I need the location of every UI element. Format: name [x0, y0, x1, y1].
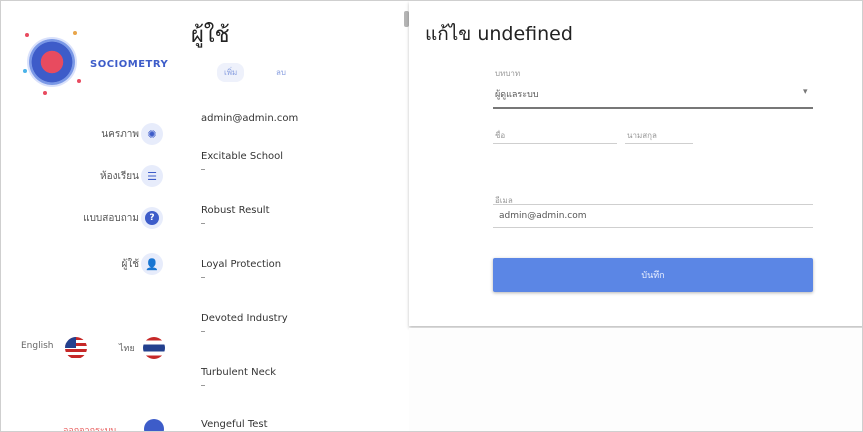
tab-delete[interactable]: ลบ — [269, 63, 293, 82]
list-item-subtitle — [201, 277, 205, 278]
nav-item-label: นครภาพ — [101, 129, 139, 140]
thai-flag-icon[interactable] — [143, 337, 165, 359]
logo-dot — [23, 69, 27, 73]
list-item[interactable]: Devoted Industry — [201, 313, 391, 363]
email-value: admin@admin.com — [499, 211, 587, 221]
edit-title: แก้ไข undefined — [425, 23, 573, 45]
empty-area — [409, 328, 862, 431]
sun-icon: ✺ — [141, 123, 163, 145]
sidebar: SOCIOMETRY นครภาพ ✺ ห้องเรียน ☰ แบบสอบถา… — [1, 1, 183, 432]
logo-dot — [25, 33, 29, 37]
list-item-title: Loyal Protection — [201, 259, 282, 270]
list-item[interactable]: Loyal Protection — [201, 259, 391, 309]
list-item[interactable]: Vengeful Test — [201, 419, 391, 431]
sociometry-logo-icon — [29, 39, 75, 85]
classroom-icon: ☰ — [141, 165, 163, 187]
tab-add[interactable]: เพิ่ม — [217, 63, 245, 82]
brand[interactable]: SOCIOMETRY — [23, 29, 173, 99]
page-title: ผู้ใช้ — [191, 23, 230, 48]
email-underline — [493, 227, 813, 228]
save-button[interactable]: บันทึก — [493, 258, 813, 292]
role-label: บทบาท — [495, 69, 521, 78]
role-underline — [493, 107, 813, 109]
list-item-subtitle — [201, 385, 205, 386]
logo-dot — [73, 31, 77, 35]
list-item-subtitle — [201, 331, 205, 332]
nav-item-classroom[interactable]: ห้องเรียน ☰ — [1, 163, 183, 191]
list-item-subtitle — [201, 223, 205, 224]
user-list-panel: ผู้ใช้ เพิ่ม ลบ admin@admin.com Excitabl… — [183, 1, 405, 431]
firstname-underline — [493, 143, 617, 144]
language-english-label: English — [21, 341, 54, 351]
list-item[interactable]: Excitable School — [201, 151, 391, 201]
nav-item-questionnaire[interactable]: แบบสอบถาม ? — [1, 205, 183, 233]
help-icon: ? — [141, 207, 163, 229]
brand-name: SOCIOMETRY — [90, 59, 169, 70]
lastname-underline — [625, 143, 693, 144]
language-switcher: English ไทย — [1, 333, 183, 361]
nav-item-label: ผู้ใช้ — [121, 259, 139, 270]
us-flag-icon[interactable] — [65, 337, 87, 359]
list-item-title: Excitable School — [201, 151, 284, 162]
nav-item-dashboard[interactable]: นครภาพ ✺ — [1, 121, 183, 149]
email-label: อีเมล — [495, 196, 513, 205]
list-item[interactable]: Turbulent Neck — [201, 367, 391, 417]
user-icon: 👤 — [141, 253, 163, 275]
chevron-down-icon: ▾ — [803, 87, 808, 97]
list-item-title: Turbulent Neck — [201, 367, 277, 378]
logout-button[interactable]: ออกจากระบบ — [1, 415, 183, 432]
list-item-title: Devoted Industry — [201, 313, 288, 324]
logo-dot — [77, 79, 81, 83]
logout-label: ออกจากระบบ — [63, 426, 117, 432]
app-window: SOCIOMETRY นครภาพ ✺ ห้องเรียน ☰ แบบสอบถา… — [0, 0, 863, 432]
nav-item-label: แบบสอบถาม — [83, 213, 139, 224]
logo-dot — [43, 91, 47, 95]
list-item-subtitle — [201, 169, 205, 170]
role-value: ผู้ดูแลระบบ — [495, 90, 539, 100]
nav-item-label: ห้องเรียน — [100, 171, 139, 182]
email-top-line — [493, 204, 813, 205]
language-thai-label: ไทย — [119, 344, 135, 354]
firstname-label: ชื่อ — [495, 131, 506, 140]
list-item-title: Robust Result — [201, 205, 270, 216]
nav-item-users[interactable]: ผู้ใช้ 👤 — [1, 251, 183, 279]
lastname-label: นามสกุล — [627, 131, 657, 140]
list-item[interactable]: Robust Result — [201, 205, 391, 255]
list-item-title: admin@admin.com — [201, 113, 299, 124]
logout-icon — [144, 419, 164, 431]
edit-user-panel: แก้ไข undefined บทบาท ผู้ดูแลระบบ ▾ ชื่อ… — [409, 1, 862, 326]
list-item-title: Vengeful Test — [201, 419, 268, 430]
